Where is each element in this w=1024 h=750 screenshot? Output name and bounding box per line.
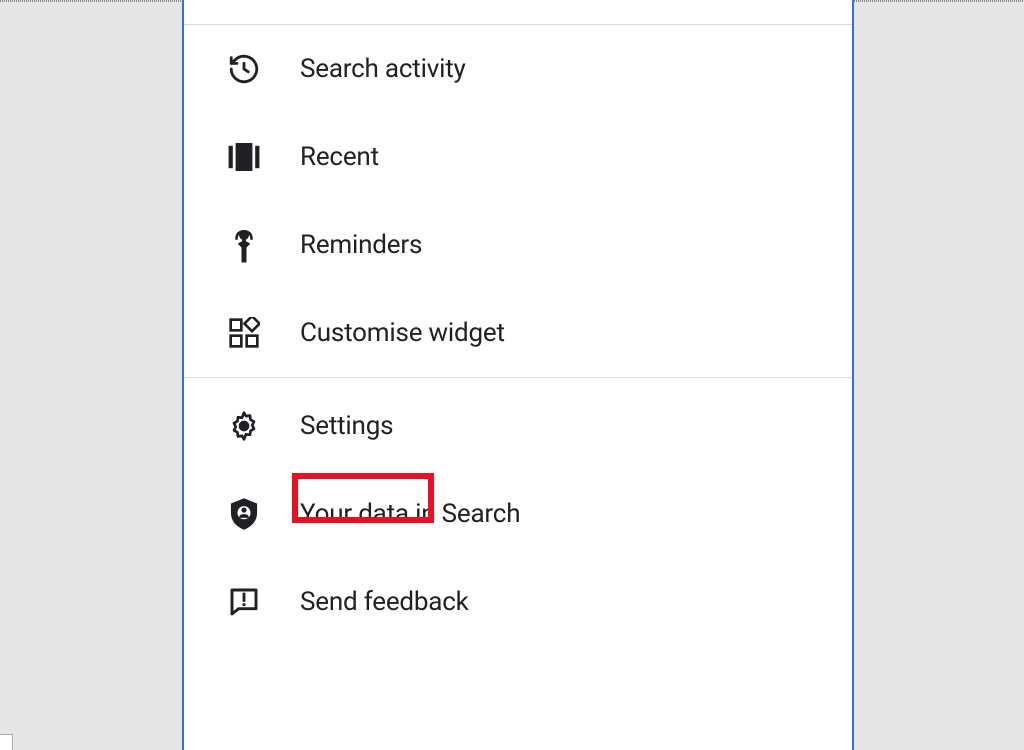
- menu-item-label: Send feedback: [300, 587, 469, 617]
- menu-item-label: Settings: [300, 411, 393, 441]
- settings-panel: Search activity Recent: [182, 0, 854, 750]
- menu-item-reminders[interactable]: Reminders: [184, 201, 852, 289]
- menu-item-label: Search activity: [300, 54, 466, 84]
- reminders-icon: [224, 225, 264, 265]
- menu-group-1: Search activity Recent: [184, 25, 852, 377]
- menu-item-recent[interactable]: Recent: [184, 113, 852, 201]
- menu-item-label: Customise widget: [300, 318, 505, 348]
- status-bar-fragment: [0, 734, 13, 750]
- menu-item-label: Recent: [300, 142, 379, 172]
- menu-item-search-activity[interactable]: Search activity: [184, 25, 852, 113]
- privacy-shield-icon: [224, 494, 264, 534]
- menu-item-send-feedback[interactable]: Send feedback: [184, 558, 852, 646]
- menu-item-customise-widget[interactable]: Customise widget: [184, 289, 852, 377]
- gear-icon: [224, 406, 264, 446]
- recent-icon: [224, 137, 264, 177]
- menu-item-settings[interactable]: Settings: [184, 382, 852, 470]
- menu-item-label: Your data in Search: [300, 499, 520, 529]
- widgets-icon: [224, 313, 264, 353]
- history-icon: [224, 49, 264, 89]
- feedback-icon: [224, 582, 264, 622]
- menu-group-2: Settings Your data in Search: [184, 378, 852, 646]
- menu-item-your-data-in-search[interactable]: Your data in Search: [184, 470, 852, 558]
- menu-item-label: Reminders: [300, 230, 422, 260]
